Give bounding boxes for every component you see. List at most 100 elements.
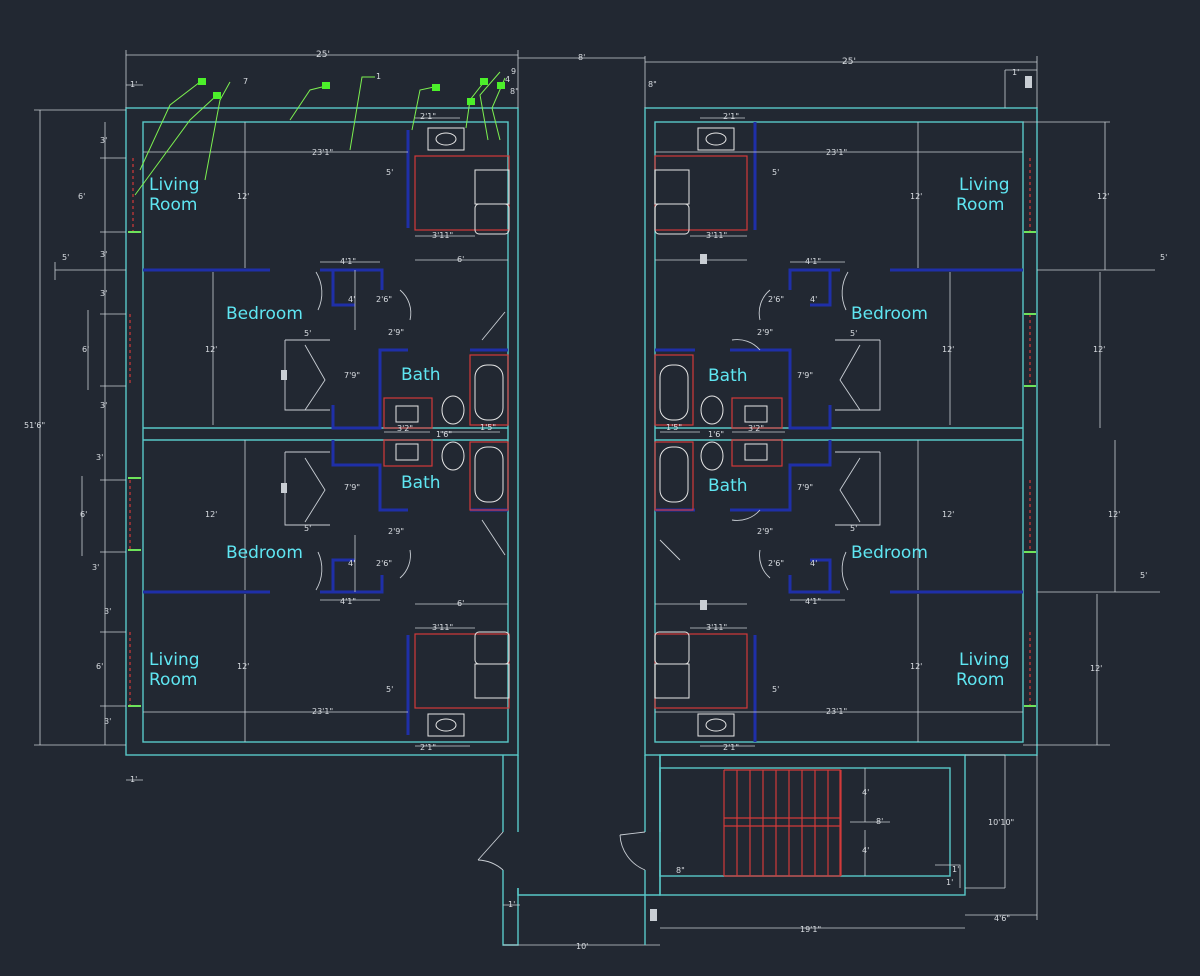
dim-1-bottom: 1'	[508, 900, 515, 909]
left-top-basin-icon	[395, 405, 419, 423]
dim-8in-bottom: 8"	[676, 866, 685, 875]
dim-5-closet-tr: 5'	[850, 329, 857, 338]
living-room-label-tl-2: Room	[149, 195, 197, 215]
left-top-bath-door	[481, 311, 506, 341]
dim-23-1-bl: 23'1"	[312, 707, 333, 716]
stair-inner	[659, 767, 951, 877]
bedroom-label-bl: Bedroom	[226, 543, 303, 563]
dim-5-kitchen-tr: 5'	[772, 168, 779, 177]
dim-25-right: 25'	[842, 57, 856, 67]
dim-12-out-1: 12'	[1097, 192, 1109, 201]
dim-311-bl: 3'11"	[432, 623, 453, 632]
left-5in-dim	[54, 262, 126, 280]
dim-5-left: 5'	[62, 253, 69, 262]
left-top-sink-bowl-icon	[435, 132, 457, 146]
left-bottom-tub-inner	[474, 446, 504, 503]
dim-10-bottom: 10'	[576, 942, 588, 951]
dim-8in-tr: 8"	[648, 80, 657, 89]
left-bottom-tub	[469, 441, 509, 511]
tag-marker-5	[480, 78, 488, 85]
tag-marker-7	[497, 82, 505, 89]
dim-4-closet-tr: 4'	[810, 295, 817, 304]
dim-21-br: 2'1"	[723, 743, 739, 752]
dim-26-br: 2'6"	[768, 559, 784, 568]
dim-stair-1010: 10'10"	[988, 818, 1014, 827]
dim-6-window-4: 6'	[96, 662, 103, 671]
dim-5-kitchen-br: 5'	[772, 685, 779, 694]
left-bottom-toilet-icon	[441, 441, 465, 471]
dim-5-closet-tl: 5'	[304, 329, 311, 338]
right-entry-door	[619, 539, 681, 871]
right-bottom-bath-door	[731, 509, 761, 521]
dim-3-b: 3'	[100, 250, 107, 259]
stair-treads	[723, 769, 842, 877]
right-top-bedroom-wall	[788, 268, 1023, 290]
dim-stair-4a: 4'	[862, 788, 869, 797]
dim-12-br: 12'	[910, 662, 922, 671]
dim-29-tl: 2'9"	[388, 328, 404, 337]
left-closet-swing-bottom	[399, 549, 411, 579]
dim-41-tl: 4'1"	[340, 257, 356, 266]
right-top-counter	[654, 155, 748, 231]
living-room-label-tl-1: Living	[149, 175, 200, 195]
dim-41-br: 4'1"	[805, 597, 821, 606]
dim-311-br: 3'11"	[706, 623, 727, 632]
dim-5-kitchen-bl: 5'	[386, 685, 393, 694]
room-labels: Living Room Living Room Living Room Livi…	[149, 175, 1010, 690]
dim-12-bed-tr: 12'	[942, 345, 954, 354]
dim-32-tr: 3'2"	[748, 424, 764, 433]
dim-23-1-br: 23'1"	[826, 707, 847, 716]
dim-15-tl: 1'5"	[480, 423, 496, 432]
dim-6-window-1: 6'	[78, 192, 85, 201]
left-top-stove-icon	[474, 169, 510, 205]
right-corridor-wall	[517, 755, 661, 945]
left-top-sink-icon	[427, 127, 465, 151]
dim-15-tr: 1'5"	[666, 423, 682, 432]
right-bottom-tub-inner	[659, 446, 689, 503]
living-room-label-tr-1: Living	[959, 175, 1010, 195]
right-bottom-sink-bowl-icon	[705, 718, 727, 732]
right-bottom-counter	[654, 633, 748, 709]
dim-1-stair: 1'	[946, 878, 953, 887]
right-bottom-bedroom-wall	[788, 575, 1023, 594]
right-bottom-toilet-icon	[700, 441, 724, 471]
dim-3-h: 3'	[104, 717, 111, 726]
tag-marker-1	[198, 78, 206, 85]
dim-311-tr: 3'11"	[706, 231, 727, 240]
dim-3-a: 3'	[100, 136, 107, 145]
left-depth-dims	[212, 122, 246, 742]
left-top-closet-door	[284, 339, 330, 411]
right-5in-dims	[1037, 269, 1160, 593]
right-top-dim-25	[644, 56, 1038, 108]
grip-marker-5	[700, 254, 707, 264]
left-entry-door	[477, 831, 504, 871]
right-bottom-sink-icon	[697, 713, 735, 737]
dim-46-bottom: 4'6"	[994, 914, 1010, 923]
living-room-label-br-2: Room	[956, 670, 1004, 690]
dim-6-kitchen-bl: 6'	[457, 599, 464, 608]
dim-26-tl: 2'6"	[376, 295, 392, 304]
right-top-closet-door	[835, 339, 881, 411]
right-bottom-stove-icon	[654, 663, 690, 699]
dim-21-bl: 2'1"	[420, 743, 436, 752]
right-bottom-tub	[654, 441, 694, 511]
leader-label-7: 7	[243, 77, 248, 86]
left-1ft-dims	[126, 84, 143, 781]
right-closet-walls	[810, 270, 832, 592]
left-bottom-dims	[503, 904, 660, 946]
right-top-stove-icon	[654, 169, 690, 205]
tag-marker-6	[467, 98, 475, 105]
living-room-label-tr-2: Room	[956, 195, 1004, 215]
dim-12-bed-tl: 12'	[205, 345, 217, 354]
right-bottom-basin-icon	[744, 443, 768, 461]
dim-3-f: 3'	[92, 563, 99, 572]
dim-stair-8: 8'	[876, 817, 883, 826]
dim-16-tr: 1'6"	[708, 430, 724, 439]
floor-plan-canvas: Living Room Living Room Living Room Livi…	[24, 0, 1167, 951]
dim-8in-tl: 8"	[510, 87, 519, 96]
dim-5-kitchen-tl: 5'	[386, 168, 393, 177]
dim-3-d: 3'	[100, 401, 107, 410]
bedroom-label-tr: Bedroom	[851, 304, 928, 324]
dim-12-out-3: 12'	[1108, 510, 1120, 519]
tag-marker-3	[322, 82, 330, 89]
